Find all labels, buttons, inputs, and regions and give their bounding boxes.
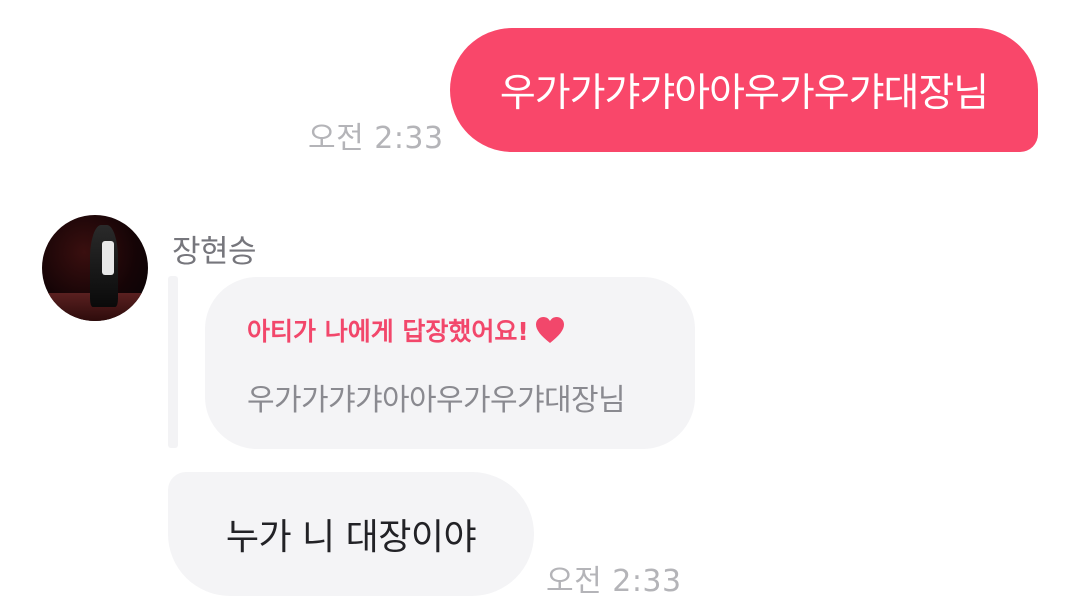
received-message-bubble[interactable]: 누가 니 대장이야 bbox=[168, 472, 534, 596]
sent-message-text: 우가가갸갸아아우가우갸대장님 bbox=[499, 71, 989, 116]
sent-message-row: 오전 2:33 우가가갸갸아아우가우갸대장님 bbox=[0, 0, 1080, 160]
received-message-text: 누가 니 대장이야 bbox=[225, 517, 477, 558]
heart-icon bbox=[535, 316, 565, 344]
reply-card[interactable]: 아티가 나에게 답장했어요! 우가가갸갸아아우가우갸대장님 bbox=[205, 277, 695, 449]
received-timestamp: 오전 2:33 bbox=[546, 564, 682, 599]
reply-card-header-text: 아티가 나에게 답장했어요! bbox=[247, 317, 529, 346]
avatar-shirt bbox=[102, 241, 114, 275]
sent-message-bubble[interactable]: 우가가갸갸아아우가우갸대장님 bbox=[450, 28, 1038, 152]
sent-timestamp: 오전 2:33 bbox=[308, 121, 444, 156]
quote-indicator-bar bbox=[168, 276, 178, 448]
avatar[interactable] bbox=[42, 215, 148, 321]
avatar-shoe bbox=[134, 307, 148, 315]
reply-card-quoted-text: 우가가갸갸아아우가우갸대장님 bbox=[247, 383, 626, 418]
reply-card-header: 아티가 나에게 답장했어요! bbox=[247, 312, 565, 348]
sender-name[interactable]: 장현승 bbox=[172, 226, 257, 271]
